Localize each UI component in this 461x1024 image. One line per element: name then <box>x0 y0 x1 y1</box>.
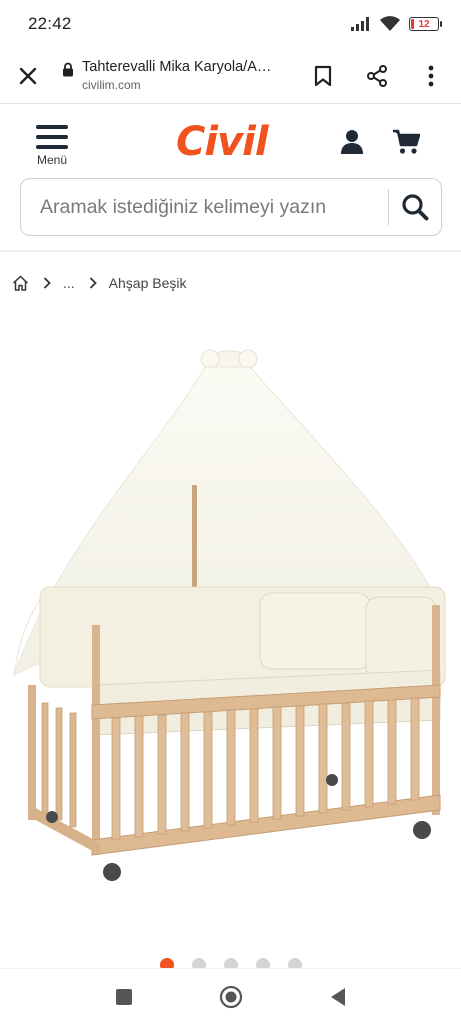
chevron-right-icon <box>43 277 51 289</box>
page-title: Tahterevalli Mika Karyola/A… <box>82 59 272 75</box>
search-input[interactable] <box>21 195 388 219</box>
browser-actions <box>309 62 445 90</box>
search-icon[interactable] <box>389 179 441 235</box>
signal-icon <box>351 17 369 31</box>
status-time: 22:42 <box>28 14 72 33</box>
back-icon[interactable] <box>318 977 358 1017</box>
lock-icon <box>63 62 73 77</box>
home-button-icon[interactable] <box>211 977 251 1017</box>
status-icons: 12 <box>351 16 442 32</box>
breadcrumb-ellipsis[interactable]: ... <box>63 275 75 291</box>
page-domain: civilim.com <box>82 78 141 92</box>
user-icon[interactable] <box>340 129 366 157</box>
breadcrumb-current: Ahşap Beşik <box>108 275 187 291</box>
bookmark-icon[interactable] <box>309 62 337 90</box>
home-icon[interactable] <box>12 275 29 291</box>
recents-icon[interactable] <box>104 977 144 1017</box>
url-block[interactable]: Tahterevalli Mika Karyola/A… civilim.com <box>62 59 309 92</box>
more-icon[interactable] <box>417 62 445 90</box>
cart-icon[interactable] <box>392 129 421 157</box>
browser-bar: Tahterevalli Mika Karyola/A… civilim.com <box>0 48 461 104</box>
share-icon[interactable] <box>363 62 391 90</box>
menu-button[interactable]: Menü <box>36 125 70 167</box>
battery-icon: 12 <box>409 17 442 31</box>
site-header: Menü Civil <box>0 105 461 252</box>
site-logo[interactable]: Civil <box>176 119 269 165</box>
system-nav-bar <box>0 968 461 1024</box>
battery-text: 12 <box>418 18 430 30</box>
wifi-icon <box>380 16 400 31</box>
url-texts: Tahterevalli Mika Karyola/A… civilim.com <box>82 59 271 92</box>
menu-label: Menü <box>36 153 68 167</box>
battery-level <box>411 19 415 29</box>
status-bar: 22:42 12 <box>0 0 461 48</box>
breadcrumb: ... Ahşap Beşik <box>12 275 187 291</box>
hamburger-icon <box>36 125 70 149</box>
product-image[interactable] <box>0 335 461 895</box>
chevron-right-icon <box>89 277 97 289</box>
search-box <box>20 178 442 236</box>
close-icon[interactable] <box>14 62 42 90</box>
